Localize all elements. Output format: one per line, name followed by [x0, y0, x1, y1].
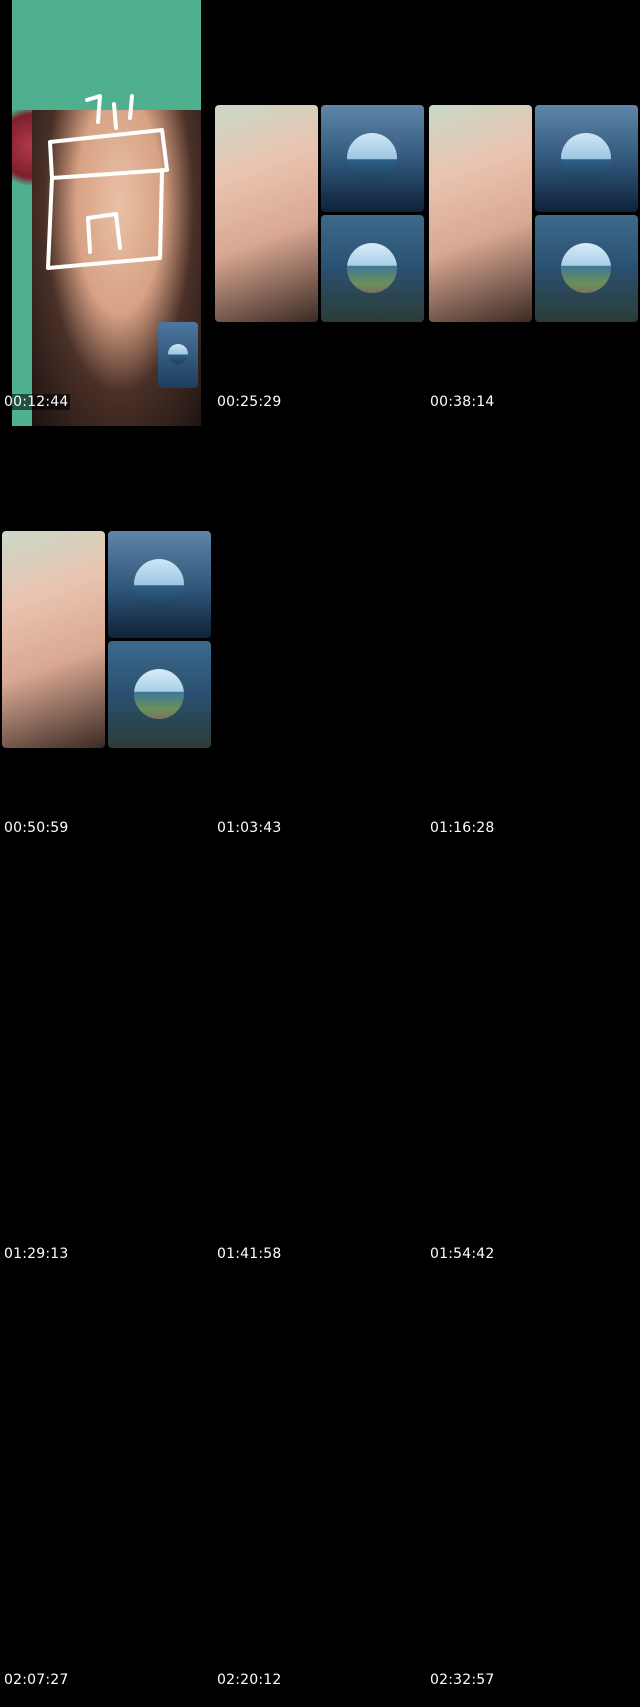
cell-8: 01:41:58 [213, 852, 426, 1278]
cell-10: 02:07:27 [0, 1278, 213, 1704]
timestamp-label: 00:50:59 [4, 820, 69, 836]
timestamp-label: 01:03:43 [217, 820, 282, 836]
timestamp-label: 01:41:58 [217, 1246, 282, 1262]
timestamp-label: 02:32:57 [430, 1672, 495, 1688]
cell-12: 02:32:57 [426, 1278, 639, 1704]
cell-2: 00:25:29 [213, 0, 426, 426]
cell-1: 00:12:44 [0, 0, 213, 426]
timestamp-label: 02:07:27 [4, 1672, 69, 1688]
timestamp-label: 02:20:12 [217, 1672, 282, 1688]
cell-6: 01:16:28 [426, 426, 639, 852]
cell-9: 01:54:42 [426, 852, 639, 1278]
timestamp-label: 00:38:14 [430, 394, 495, 410]
cell-3: 00:38:14 [426, 0, 639, 426]
cell-7: 01:29:13 [0, 852, 213, 1278]
timestamp-label: 00:12:44 [2, 394, 71, 410]
thumbnail-contact-sheet: 00:12:44 00:25:29 00:38:14 00:50:59 01:0… [0, 0, 640, 1707]
cell-11: 02:20:12 [213, 1278, 426, 1704]
cell-4: 00:50:59 [0, 426, 213, 852]
timestamp-label: 01:54:42 [430, 1246, 495, 1262]
timestamp-label: 00:25:29 [217, 394, 282, 410]
cell-5: 01:03:43 [213, 426, 426, 852]
timestamp-label: 01:29:13 [4, 1246, 69, 1262]
timestamp-label: 01:16:28 [430, 820, 495, 836]
